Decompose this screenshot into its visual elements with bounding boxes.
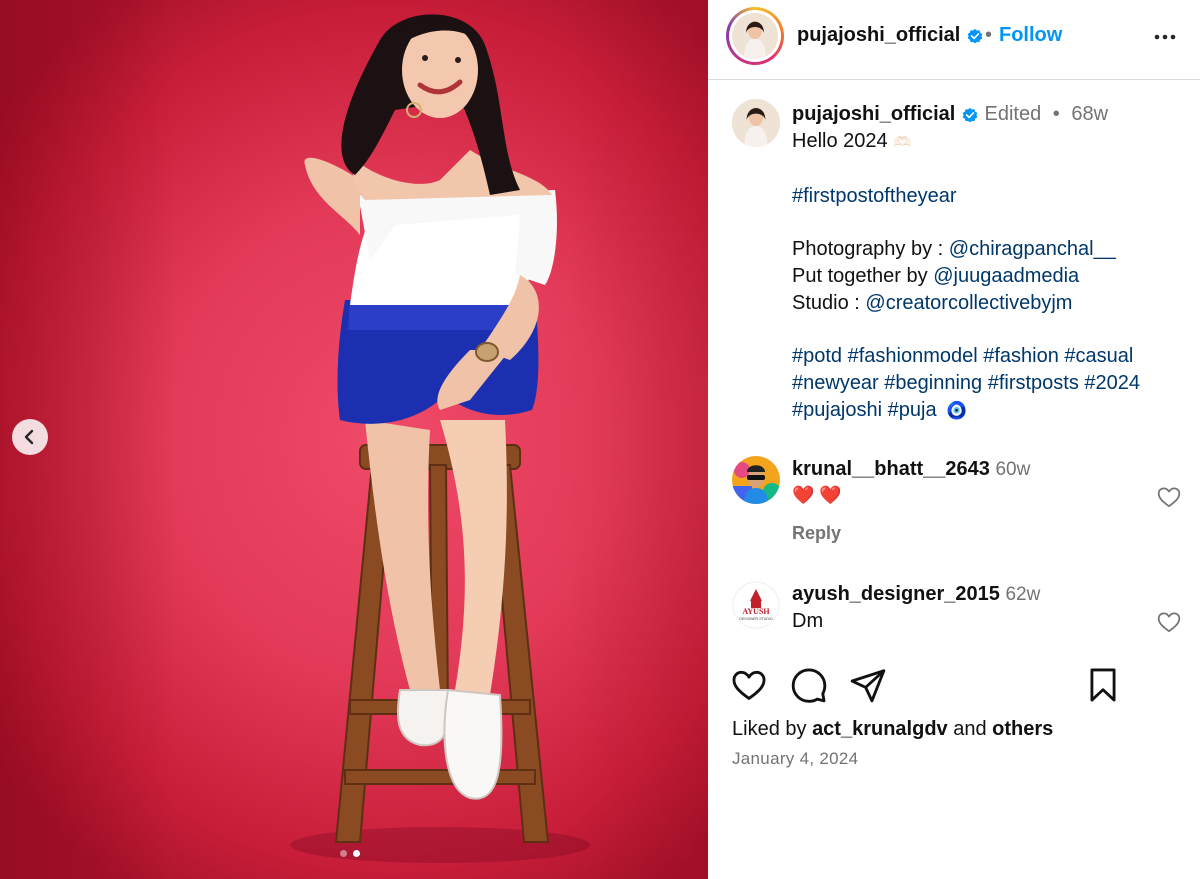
comment-item: krunal__bhatt__2643 60w ❤️ ❤️ Reply — [732, 456, 1182, 556]
comment-item: AYUSH DESIGNER STUDIO ayush_designer_201… — [732, 581, 1182, 641]
comment-username[interactable]: krunal__bhatt__2643 — [792, 458, 990, 480]
comment-icon[interactable] — [790, 666, 828, 704]
comment-header: krunal__bhatt__2643 60w — [792, 458, 1030, 481]
post-time[interactable]: 68w — [1071, 103, 1108, 125]
likes-middle: and — [947, 718, 993, 740]
caption-avatar[interactable] — [732, 99, 780, 147]
heart-icon[interactable] — [730, 666, 768, 704]
comment-avatar[interactable] — [732, 456, 780, 504]
photography-label: Photography by : — [792, 238, 949, 261]
comment-time[interactable]: 60w — [995, 459, 1030, 480]
likes-summary: Liked by act_krunalgdv and others — [732, 718, 1053, 741]
carousel-prev-button[interactable] — [12, 419, 48, 455]
mention-link[interactable]: @chiragpanchal__ — [949, 238, 1116, 260]
meta-dot: • — [1052, 103, 1060, 125]
likes-prefix: Liked by — [732, 718, 813, 740]
hashtag-link[interactable]: #firstpostoftheyear — [792, 185, 957, 207]
bookmark-icon[interactable] — [1084, 666, 1122, 704]
caption-line-1: Hello 2024 — [792, 129, 888, 152]
chevron-left-icon — [24, 429, 34, 445]
profile-avatar-story-ring[interactable] — [726, 7, 784, 65]
heart-hands-emoji: 🫶🏻 — [893, 133, 912, 151]
send-icon[interactable] — [849, 666, 887, 704]
comment-time[interactable]: 62w — [1005, 584, 1040, 605]
comment-like-heart-icon[interactable] — [1156, 609, 1182, 635]
verified-badge-icon — [967, 28, 983, 44]
comment-like-heart-icon[interactable] — [1156, 484, 1182, 510]
header-separator: • — [985, 24, 993, 46]
comment-text: Dm — [792, 610, 824, 632]
hashtag-links[interactable]: #potd #fashionmodel #fashion #casual — [792, 345, 1133, 367]
avatar-logo-sub: DESIGNER STUDIO — [739, 617, 773, 621]
carousel-dot-active — [353, 850, 360, 857]
post-details-panel: pujajoshi_official • Follow pujajoshi_of… — [708, 0, 1200, 879]
post-date[interactable]: January 4, 2024 — [732, 749, 858, 769]
caption-text: pujajoshi_official Edited • 68w Hello 20… — [792, 101, 1192, 424]
follow-button[interactable]: Follow — [999, 24, 1062, 47]
verified-badge-icon — [962, 107, 978, 123]
carousel-dot — [340, 850, 347, 857]
carousel-indicator — [340, 850, 360, 857]
hashtag-links[interactable]: #newyear #beginning #firstposts #2024 — [792, 372, 1140, 394]
put-together-label: Put together by — [792, 265, 934, 288]
comment-text: ❤️ ❤️ — [792, 485, 842, 505]
comment-header: ayush_designer_2015 62w — [792, 583, 1040, 606]
reply-button[interactable]: Reply — [792, 523, 841, 544]
avatar — [732, 13, 778, 59]
edited-label: Edited — [984, 103, 1042, 125]
studio-label: Studio : — [792, 291, 866, 314]
hashtag-links[interactable]: #pujajoshi #puja — [792, 399, 937, 421]
post-username[interactable]: pujajoshi_official — [797, 24, 984, 47]
username-text[interactable]: pujajoshi_official — [797, 24, 960, 46]
model-photo-illustration — [290, 14, 590, 863]
post-header: pujajoshi_official • Follow — [708, 0, 1200, 80]
likes-user-link[interactable]: act_krunalgdv — [812, 718, 948, 740]
caption-username[interactable]: pujajoshi_official — [792, 103, 955, 125]
avatar-logo-brand: AYUSH — [742, 607, 770, 616]
comment-avatar[interactable]: AYUSH DESIGNER STUDIO — [732, 581, 780, 629]
mention-link[interactable]: @juugaadmedia — [933, 265, 1079, 287]
post-photo[interactable] — [0, 0, 708, 879]
likes-others-link[interactable]: others — [992, 718, 1053, 740]
mention-link[interactable]: @creatorcollectivebyjm — [865, 292, 1072, 314]
more-options-icon[interactable] — [1152, 24, 1178, 50]
comment-username[interactable]: ayush_designer_2015 — [792, 583, 1000, 605]
nazar-emoji: 🧿 — [946, 400, 968, 420]
post-action-bar — [708, 666, 1200, 706]
